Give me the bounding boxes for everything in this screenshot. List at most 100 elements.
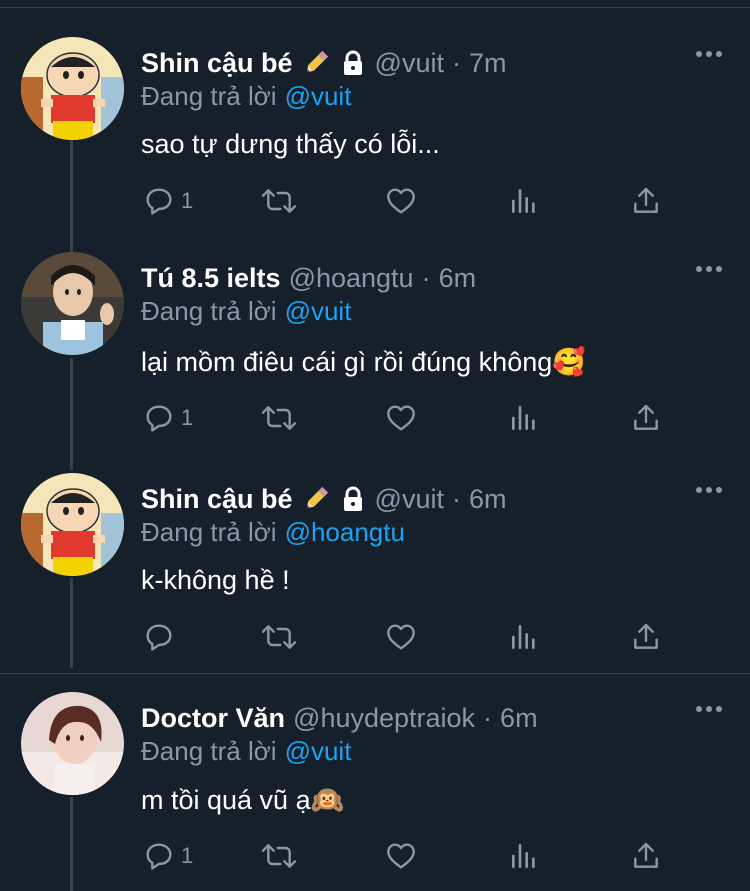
tweet-header: Shin cậu bé @vuit · 7m bbox=[141, 45, 507, 81]
share-icon bbox=[634, 842, 658, 868]
retweet-icon bbox=[261, 844, 297, 868]
like-icon bbox=[387, 624, 415, 650]
retweet-button[interactable] bbox=[260, 185, 298, 217]
reply-icon bbox=[146, 843, 172, 870]
tweet-actions: 1 bbox=[141, 840, 681, 880]
tweet-time[interactable]: 6m bbox=[500, 703, 538, 734]
tweet-header: Shin cậu bé @vuit · 6m bbox=[141, 481, 507, 517]
hear-no-evil-monkey-emoji: 🙉 bbox=[310, 785, 345, 816]
more-icon[interactable] bbox=[696, 266, 722, 272]
more-icon[interactable] bbox=[696, 51, 722, 57]
tweet-time[interactable]: 6m bbox=[439, 263, 477, 294]
like-button[interactable] bbox=[385, 402, 417, 434]
reply-icon bbox=[146, 188, 172, 215]
analytics-icon bbox=[512, 625, 535, 649]
analytics-button[interactable] bbox=[508, 185, 540, 217]
retweet-button[interactable] bbox=[260, 402, 298, 434]
tweet[interactable]: Shin cậu bé @vuit · 6m Đang trả lời @hoa… bbox=[0, 473, 750, 673]
analytics-button[interactable] bbox=[508, 840, 540, 872]
tweet-text: m tồi quá vũ ạ🙉 bbox=[141, 784, 344, 816]
analytics-icon bbox=[512, 406, 535, 430]
tweet-text-body: k-không hề ! bbox=[141, 565, 290, 595]
share-button[interactable] bbox=[630, 840, 662, 872]
like-button[interactable] bbox=[385, 185, 417, 217]
reply-mention[interactable]: @hoangtu bbox=[285, 517, 405, 547]
retweet-button[interactable] bbox=[260, 621, 298, 653]
reply-button[interactable]: 1 bbox=[143, 840, 193, 872]
tweet[interactable]: Tú 8.5 ielts @hoangtu · 6m Đang trả lời @… bbox=[0, 252, 750, 462]
analytics-icon bbox=[512, 844, 535, 868]
tweet-divider bbox=[0, 673, 750, 674]
tweet[interactable]: Doctor Văn @huydeptraiok · 6m Đang trả l… bbox=[0, 692, 750, 891]
reply-prefix: Đang trả lời bbox=[141, 81, 277, 111]
retweet-button[interactable] bbox=[260, 840, 298, 872]
tu-avatar[interactable] bbox=[21, 252, 124, 355]
top-divider bbox=[0, 7, 750, 8]
reply-mention[interactable]: @vuit bbox=[285, 736, 352, 766]
author-handle[interactable]: @vuit bbox=[375, 484, 444, 515]
tweet-time[interactable]: 7m bbox=[469, 48, 507, 79]
reply-prefix: Đang trả lời bbox=[141, 736, 277, 766]
reply-count: 1 bbox=[181, 188, 194, 213]
shin-avatar[interactable] bbox=[21, 473, 124, 576]
reply-mention[interactable]: @vuit bbox=[285, 296, 352, 326]
tweet-actions: 1 bbox=[141, 185, 681, 225]
author-name[interactable]: Shin cậu bé bbox=[141, 484, 293, 515]
reply-button[interactable] bbox=[143, 621, 181, 653]
tweet-text-body: lại mồm điêu cái gì rồi đúng không bbox=[141, 347, 553, 377]
analytics-button[interactable] bbox=[508, 402, 540, 434]
separator-dot: · bbox=[451, 483, 461, 514]
retweet-icon bbox=[261, 189, 297, 213]
share-icon bbox=[634, 404, 658, 430]
share-icon bbox=[634, 187, 658, 213]
reply-count: 1 bbox=[181, 405, 194, 430]
tweet[interactable]: Shin cậu bé @vuit · 7m Đang trả lời @vui… bbox=[0, 37, 750, 237]
reply-mention[interactable]: @vuit bbox=[285, 81, 352, 111]
tweet-text: lại mồm điêu cái gì rồi đúng không🥰 bbox=[141, 346, 586, 378]
author-name[interactable]: Tú 8.5 ielts bbox=[141, 263, 281, 294]
author-handle[interactable]: @hoangtu bbox=[289, 263, 414, 294]
reply-prefix: Đang trả lời bbox=[141, 296, 277, 326]
separator-dot: · bbox=[421, 262, 431, 293]
like-icon bbox=[387, 188, 415, 214]
shin-avatar[interactable] bbox=[21, 37, 124, 140]
reply-button[interactable]: 1 bbox=[143, 402, 193, 434]
tweet-text: sao tự dưng thấy có lỗi... bbox=[141, 129, 440, 160]
author-name[interactable]: Doctor Văn bbox=[141, 703, 285, 734]
replying-to: Đang trả lời @vuit bbox=[141, 296, 351, 327]
pencil-icon bbox=[301, 484, 331, 514]
retweet-icon bbox=[261, 406, 297, 430]
reply-button[interactable]: 1 bbox=[143, 185, 193, 217]
tweet-actions: 1 bbox=[141, 402, 681, 442]
reply-icon bbox=[146, 624, 172, 651]
replying-to: Đang trả lời @vuit bbox=[141, 81, 351, 112]
tweet-text-body: m tồi quá vũ ạ bbox=[141, 785, 311, 815]
smiling-hearts-emoji: 🥰 bbox=[552, 347, 586, 378]
like-icon bbox=[387, 843, 415, 869]
pencil-icon bbox=[301, 48, 331, 78]
like-button[interactable] bbox=[385, 621, 417, 653]
reply-icon bbox=[146, 405, 172, 432]
more-icon[interactable] bbox=[696, 487, 722, 493]
like-icon bbox=[387, 405, 415, 431]
analytics-button[interactable] bbox=[508, 621, 540, 653]
doctor-avatar[interactable] bbox=[21, 692, 124, 795]
share-button[interactable] bbox=[630, 402, 662, 434]
author-handle[interactable]: @huydeptraiok bbox=[293, 703, 475, 734]
more-icon[interactable] bbox=[696, 706, 722, 712]
author-handle[interactable]: @vuit bbox=[375, 48, 444, 79]
lock-icon bbox=[339, 485, 367, 513]
tweet-text-body: sao tự dưng thấy có lỗi... bbox=[141, 129, 440, 159]
tweet-time[interactable]: 6m bbox=[469, 484, 507, 515]
reply-count: 1 bbox=[181, 843, 194, 868]
tweet-header: Doctor Văn @huydeptraiok · 6m bbox=[141, 700, 538, 736]
like-button[interactable] bbox=[385, 840, 417, 872]
author-name[interactable]: Shin cậu bé bbox=[141, 48, 293, 79]
retweet-icon bbox=[261, 625, 297, 649]
separator-dot: · bbox=[451, 47, 461, 78]
tweet-text: k-không hề ! bbox=[141, 565, 290, 596]
tweet-header: Tú 8.5 ielts @hoangtu · 6m bbox=[141, 260, 476, 296]
share-button[interactable] bbox=[630, 185, 662, 217]
separator-dot: · bbox=[483, 702, 493, 733]
share-button[interactable] bbox=[630, 621, 662, 653]
